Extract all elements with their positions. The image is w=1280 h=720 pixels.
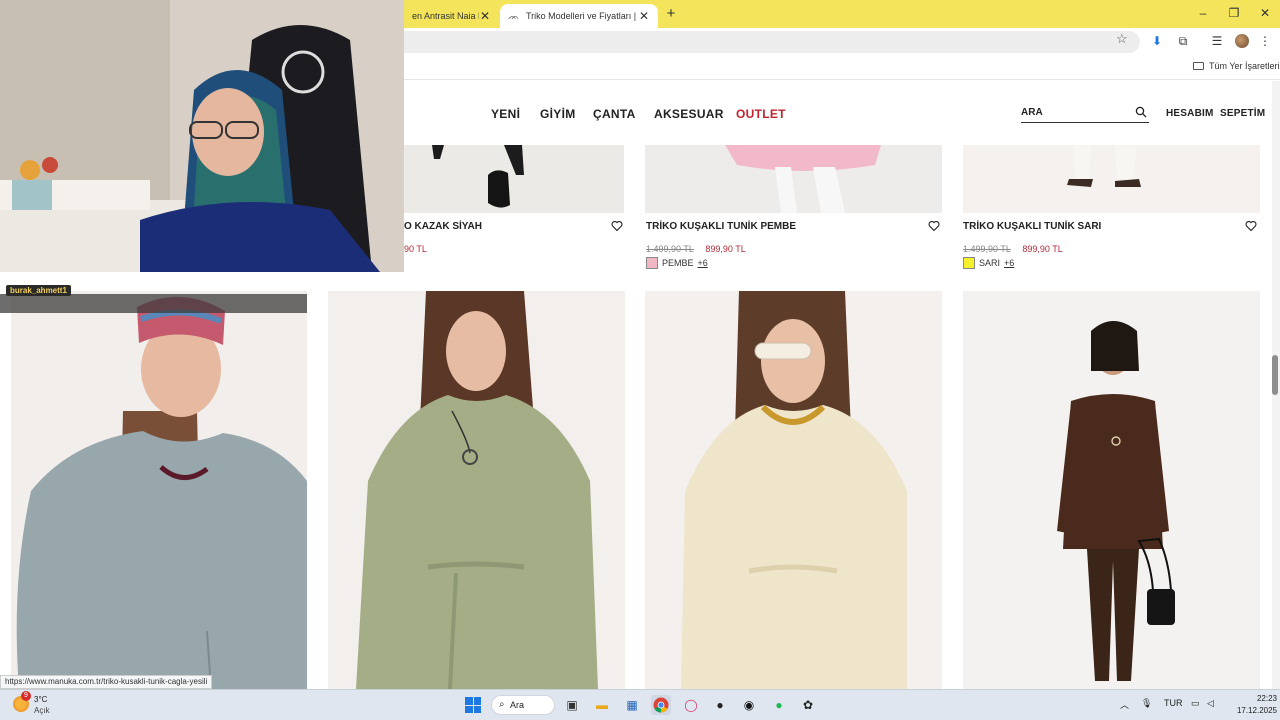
nav-canta[interactable]: ÇANTA [593, 107, 636, 121]
product-image-tunik-kahverengi[interactable] [963, 291, 1260, 689]
taskbar-search-label: Ara [510, 700, 525, 710]
status-url: https://www.manuka.com.tr/triko-kusakli-… [0, 675, 213, 689]
all-bookmarks-folder[interactable]: Tüm Yer İşaretleri [1193, 61, 1280, 71]
notification-badge: 9 [21, 691, 31, 701]
clock-time[interactable]: 22:23 [1237, 694, 1277, 703]
store-icon[interactable]: ▦ [622, 695, 642, 715]
scroll-thumb[interactable] [1272, 355, 1278, 395]
color-name: SARI [979, 258, 1001, 268]
restore-icon[interactable]: ❐ [1227, 6, 1241, 20]
product-photo [963, 291, 1260, 689]
site-favicon-icon: ᨏ [508, 10, 520, 21]
chrome-logo [653, 697, 669, 713]
product-image-tunik-gri[interactable] [11, 291, 307, 689]
product-name[interactable]: TRİKO KUŞAKLI TUNİK SARI [963, 221, 1101, 232]
weather-description[interactable]: Açık [34, 706, 50, 715]
product-price: 90 TL [404, 244, 427, 254]
weather-temperature[interactable]: 3°C [34, 695, 47, 704]
extensions-icon[interactable]: ⧉ [1176, 34, 1190, 48]
windows-taskbar: 9 3°C Açık ⌕ Ara ▣ ▬ ▦ ◯ ● ◉ ● ✿ ︿ 🎙 TUR… [0, 689, 1280, 720]
color-options: PEMBE +6 [646, 257, 708, 269]
heart-icon[interactable] [928, 220, 940, 232]
nav-yeni[interactable]: YENİ [491, 107, 520, 121]
product-prices: 1.499,90 TL 899,90 TL [646, 239, 746, 257]
tab-title: en Antrasit Naia Pan [412, 11, 479, 21]
chat-username: burak_ahmett1 [6, 285, 71, 296]
color-name: PEMBE [662, 258, 694, 268]
cart-link[interactable]: SEPETİM [1220, 108, 1265, 119]
chrome-icon[interactable] [651, 695, 671, 715]
minimize-icon[interactable]: – [1196, 6, 1210, 20]
account-link[interactable]: HESABIM [1166, 108, 1214, 119]
close-icon[interactable]: ✕ [638, 9, 650, 23]
product-name[interactable]: TRİKO KUŞAKLI TUNİK PEMBE [646, 221, 796, 232]
product-prices: 1.499,90 TL 899,90 TL [963, 239, 1063, 257]
nav-outlet[interactable]: OUTLET [736, 107, 786, 121]
file-explorer-icon[interactable]: ▬ [592, 695, 612, 715]
product-prices: 90 TL [404, 239, 427, 257]
product-image-kazak-siyah[interactable] [404, 145, 624, 213]
search-input[interactable] [1021, 103, 1131, 121]
color-options: SARI +6 [963, 257, 1014, 269]
chatgpt-icon[interactable]: ✿ [798, 695, 818, 715]
site-search [1021, 103, 1149, 123]
address-bar[interactable] [404, 31, 1140, 53]
product-image-tunik-ekru[interactable] [645, 291, 942, 689]
stream-chat-bar [0, 294, 307, 313]
new-tab-button[interactable]: + [664, 5, 678, 22]
product-photo [11, 291, 307, 689]
location-icon[interactable]: ◉ [739, 695, 759, 715]
taskbar-search[interactable]: ⌕ Ara [491, 695, 555, 715]
nav-aksesuar[interactable]: AKSESUAR [654, 107, 724, 121]
app-icon[interactable]: ● [710, 695, 730, 715]
media-queue-icon[interactable]: ☰ [1210, 34, 1224, 48]
folder-icon [1193, 62, 1204, 70]
color-swatch[interactable] [646, 257, 658, 269]
product-name[interactable]: O KAZAK SİYAH [404, 221, 482, 232]
product-price: 899,90 TL [705, 244, 746, 254]
spotify-icon[interactable]: ● [769, 695, 789, 715]
microphone-icon[interactable]: 🎙 [1141, 698, 1152, 709]
product-photo [645, 145, 942, 213]
more-colors-link[interactable]: +6 [1004, 258, 1014, 268]
product-image-tunik-pembe[interactable] [645, 145, 942, 213]
close-icon[interactable]: ✕ [479, 9, 491, 23]
browser-tab-triko[interactable]: ᨏ Triko Modelleri ve Fiyatları | Ma ✕ [500, 4, 658, 28]
bookmark-star-icon[interactable]: ☆ [1116, 31, 1128, 47]
product-photo [963, 145, 1260, 213]
heart-icon[interactable] [1245, 220, 1257, 232]
product-photo [328, 291, 625, 689]
volume-icon[interactable]: ◁ [1207, 698, 1214, 709]
page-scrollbar[interactable] [1272, 81, 1280, 689]
product-image-tunik-cagla-yesili[interactable] [328, 291, 625, 689]
start-button[interactable] [465, 697, 481, 713]
heart-icon[interactable] [611, 220, 623, 232]
opera-icon[interactable]: ◯ [681, 695, 701, 715]
tray-chevron-icon[interactable]: ︿ [1120, 698, 1129, 711]
color-swatch[interactable] [963, 257, 975, 269]
product-price: 899,90 TL [1022, 244, 1063, 254]
product-old-price: 1.499,90 TL [963, 244, 1011, 254]
product-old-price: 1.499,90 TL [646, 244, 694, 254]
search-icon[interactable] [1135, 106, 1147, 118]
bookmarks-folder-label: Tüm Yer İşaretleri [1209, 61, 1280, 71]
browser-tab-antrasit[interactable]: en Antrasit Naia Pan ✕ [404, 4, 499, 28]
menu-kebab-icon[interactable]: ⋮ [1258, 34, 1272, 48]
search-icon: ⌕ [499, 699, 505, 710]
product-photo [645, 291, 942, 689]
network-icon[interactable]: ▭ [1191, 698, 1200, 709]
download-icon[interactable]: ⬇ [1150, 34, 1164, 48]
webcam-overlay [0, 0, 404, 272]
webcam-feed [0, 0, 404, 272]
nav-giyim[interactable]: GİYİM [540, 107, 576, 121]
profile-avatar[interactable] [1235, 34, 1249, 48]
language-indicator[interactable]: TUR [1164, 698, 1183, 708]
more-colors-link[interactable]: +6 [698, 258, 708, 268]
task-view-icon[interactable]: ▣ [562, 695, 582, 715]
product-image-tunik-sari[interactable] [963, 145, 1260, 213]
clock-date[interactable]: 17.12.2025 [1220, 706, 1277, 715]
product-photo [404, 145, 624, 213]
window-close-icon[interactable]: ✕ [1258, 6, 1272, 20]
tab-title: Triko Modelleri ve Fiyatları | Ma [526, 11, 638, 21]
